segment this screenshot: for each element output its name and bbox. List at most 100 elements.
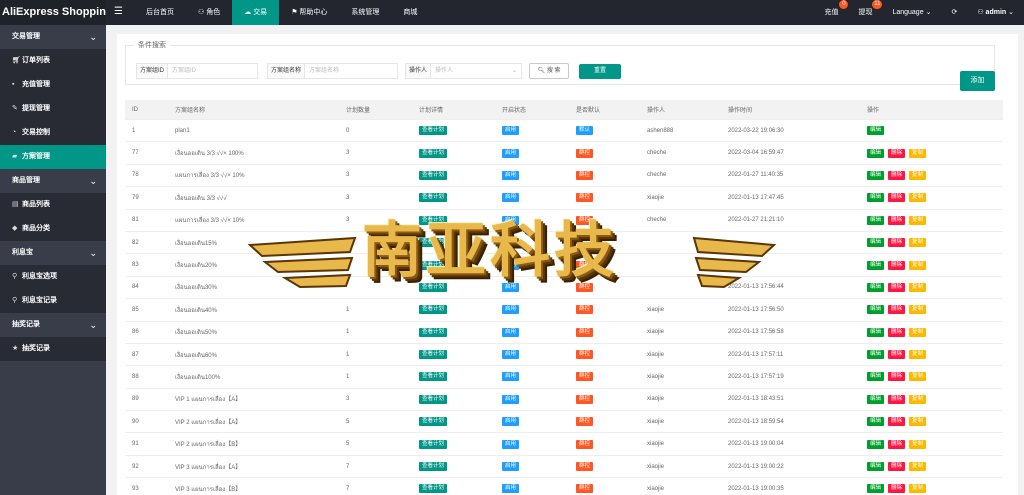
sidebar-item[interactable]: ★ 抽奖记录 (0, 337, 106, 361)
withdraw-link[interactable]: 提现 11 (848, 0, 883, 25)
menu-toggle-icon[interactable]: ☰ (114, 0, 123, 25)
status-badge[interactable]: 启用 (502, 462, 520, 472)
default-badge[interactable]: 群控 (576, 305, 594, 315)
edit-button[interactable]: 编辑 (867, 148, 885, 158)
sidebar-item[interactable]: ✎ 提现管理 (0, 97, 106, 121)
status-badge[interactable]: 启用 (502, 394, 520, 404)
edit-button[interactable]: 编辑 (867, 484, 885, 494)
view-plan-button[interactable]: 查看计划 (419, 350, 448, 360)
view-plan-button[interactable]: 查看计划 (419, 170, 448, 180)
default-badge[interactable]: 群控 (576, 372, 594, 382)
search-button[interactable]: 🔍︎ 搜 索 (529, 63, 569, 79)
status-badge[interactable]: 启用 (502, 282, 520, 292)
view-plan-button[interactable]: 查看计划 (419, 260, 448, 270)
delete-button[interactable]: 删除 (888, 282, 906, 292)
delete-button[interactable]: 删除 (888, 148, 906, 158)
view-plan-button[interactable]: 查看计划 (419, 439, 448, 449)
operator-select[interactable] (431, 64, 512, 78)
reset-button[interactable]: 重置 (579, 64, 621, 79)
delete-button[interactable]: 删除 (888, 238, 906, 248)
view-plan-button[interactable]: 查看计划 (419, 193, 448, 203)
sidebar-group[interactable]: 商品管理 ⌄ (0, 169, 106, 193)
edit-button[interactable]: 编辑 (867, 193, 885, 203)
edit-button[interactable]: 编辑 (867, 305, 885, 315)
default-badge[interactable]: 群控 (576, 394, 594, 404)
top-nav-item[interactable]: ⚇ 角色 (186, 0, 232, 25)
default-badge[interactable]: 默认 (576, 126, 594, 136)
view-plan-button[interactable]: 查看计划 (419, 417, 448, 427)
sidebar-group[interactable]: 交易管理 ⌄ (0, 25, 106, 49)
view-plan-button[interactable]: 查看计划 (419, 148, 448, 158)
status-badge[interactable]: 启用 (502, 327, 520, 337)
edit-button[interactable]: 编辑 (867, 394, 885, 404)
sidebar-item[interactable]: ◔ 交易控制 (0, 121, 106, 145)
copy-button[interactable]: 复制 (909, 350, 927, 360)
default-badge[interactable]: 群控 (576, 148, 594, 158)
sidebar-item[interactable]: ▪ 充值管理 (0, 73, 106, 97)
status-badge[interactable]: 启用 (502, 305, 520, 315)
top-nav-item[interactable]: ⚑ 帮助中心 (279, 0, 339, 25)
delete-button[interactable]: 删除 (888, 394, 906, 404)
status-badge[interactable]: 启用 (502, 417, 520, 427)
sidebar-item[interactable]: ⚲ 利息宝选项 (0, 265, 106, 289)
default-badge[interactable]: 群控 (576, 327, 594, 337)
group-name-input[interactable] (305, 64, 395, 78)
view-plan-button[interactable]: 查看计划 (419, 126, 448, 136)
edit-button[interactable]: 编辑 (867, 126, 885, 136)
edit-button[interactable]: 编辑 (867, 462, 885, 472)
copy-button[interactable]: 复制 (909, 215, 927, 225)
default-badge[interactable]: 群控 (576, 484, 594, 494)
edit-button[interactable]: 编辑 (867, 372, 885, 382)
status-badge[interactable]: 启用 (502, 238, 520, 248)
delete-button[interactable]: 删除 (888, 417, 906, 427)
default-badge[interactable]: 群控 (576, 282, 594, 292)
edit-button[interactable]: 编辑 (867, 215, 885, 225)
sidebar-item[interactable]: ▤ 商品列表 (0, 193, 106, 217)
default-badge[interactable]: 群控 (576, 439, 594, 449)
view-plan-button[interactable]: 查看计划 (419, 372, 448, 382)
copy-button[interactable]: 复制 (909, 439, 927, 449)
view-plan-button[interactable]: 查看计划 (419, 282, 448, 292)
status-badge[interactable]: 启用 (502, 170, 520, 180)
copy-button[interactable]: 复制 (909, 260, 927, 270)
copy-button[interactable]: 复制 (909, 305, 927, 315)
copy-button[interactable]: 复制 (909, 238, 927, 248)
default-badge[interactable]: 群控 (576, 350, 594, 360)
delete-button[interactable]: 删除 (888, 193, 906, 203)
sidebar-item[interactable]: ⚲ 利息宝记录 (0, 289, 106, 313)
status-badge[interactable]: 启用 (502, 126, 520, 136)
group-id-input[interactable] (168, 64, 255, 78)
sidebar-group[interactable]: 抽奖记录 ⌄ (0, 313, 106, 337)
sidebar-item[interactable]: ▰ 方案管理 (0, 145, 106, 169)
delete-button[interactable]: 删除 (888, 215, 906, 225)
sidebar-item[interactable]: ◆ 商品分类 (0, 217, 106, 241)
edit-button[interactable]: 编辑 (867, 170, 885, 180)
default-badge[interactable]: 群控 (576, 260, 594, 270)
delete-button[interactable]: 删除 (888, 260, 906, 270)
edit-button[interactable]: 编辑 (867, 260, 885, 270)
edit-button[interactable]: 编辑 (867, 238, 885, 248)
top-nav-item[interactable]: 系统管理 (339, 0, 391, 25)
view-plan-button[interactable]: 查看计划 (419, 215, 448, 225)
default-badge[interactable]: 群控 (576, 238, 594, 248)
default-badge[interactable]: 群控 (576, 170, 594, 180)
copy-button[interactable]: 复制 (909, 193, 927, 203)
view-plan-button[interactable]: 查看计划 (419, 238, 448, 248)
copy-button[interactable]: 复制 (909, 462, 927, 472)
sidebar-group[interactable]: 利息宝 ⌄ (0, 241, 106, 265)
refresh-icon[interactable]: ⟳ (941, 0, 967, 25)
status-badge[interactable]: 启用 (502, 484, 520, 494)
delete-button[interactable]: 删除 (888, 439, 906, 449)
view-plan-button[interactable]: 查看计划 (419, 394, 448, 404)
edit-button[interactable]: 编辑 (867, 350, 885, 360)
copy-button[interactable]: 复制 (909, 327, 927, 337)
copy-button[interactable]: 复制 (909, 148, 927, 158)
view-plan-button[interactable]: 查看计划 (419, 462, 448, 472)
delete-button[interactable]: 删除 (888, 462, 906, 472)
status-badge[interactable]: 启用 (502, 215, 520, 225)
copy-button[interactable]: 复制 (909, 394, 927, 404)
delete-button[interactable]: 删除 (888, 372, 906, 382)
status-badge[interactable]: 启用 (502, 350, 520, 360)
status-badge[interactable]: 启用 (502, 148, 520, 158)
delete-button[interactable]: 删除 (888, 170, 906, 180)
